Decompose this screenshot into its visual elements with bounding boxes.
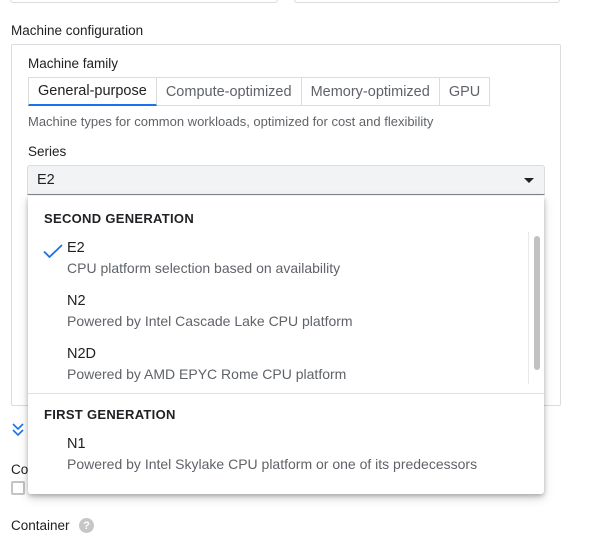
tab-compute-optimized[interactable]: Compute-optimized [156, 77, 302, 106]
option-description: Powered by AMD EPYC Rome CPU platform [67, 366, 347, 382]
series-dropdown-menu: SECOND GENERATION E2 CPU platform select… [28, 196, 544, 494]
option-name: N1 [67, 436, 86, 452]
series-select[interactable]: E2 [27, 165, 545, 195]
option-name: E2 [67, 240, 85, 256]
double-chevron-down-icon[interactable] [11, 421, 25, 439]
option-description: CPU platform selection based on availabi… [67, 260, 341, 276]
option-description: Powered by Intel Cascade Lake CPU platfo… [67, 313, 353, 329]
group-header-first-generation: FIRST GENERATION [44, 407, 176, 422]
option-name: N2D [67, 346, 97, 362]
previous-field-right[interactable] [294, 0, 560, 3]
dropdown-scrollbar[interactable] [528, 232, 544, 384]
tab-memory-optimized[interactable]: Memory-optimized [301, 77, 440, 106]
previous-field-left[interactable] [10, 0, 278, 3]
tab-gpu[interactable]: GPU [439, 77, 491, 106]
machine-family-label: Machine family [28, 56, 119, 71]
machine-family-tabs: General-purpose Compute-optimized Memory… [28, 77, 491, 106]
series-option-e2[interactable]: E2 CPU platform selection based on avail… [28, 240, 528, 288]
check-icon [43, 244, 63, 258]
series-option-n1[interactable]: N1 Powered by Intel Skylake CPU platform… [28, 436, 528, 484]
group-divider [28, 393, 544, 394]
machine-configuration-heading: Machine configuration [11, 23, 144, 38]
partial-section-label: Co [11, 462, 29, 477]
container-heading: Container [11, 518, 70, 533]
machine-family-description: Machine types for common workloads, opti… [28, 114, 434, 129]
series-option-n2d[interactable]: N2D Powered by AMD EPYC Rome CPU platfor… [28, 346, 528, 394]
series-option-n2[interactable]: N2 Powered by Intel Cascade Lake CPU pla… [28, 293, 528, 341]
group-header-second-generation: SECOND GENERATION [44, 211, 195, 226]
series-label: Series [28, 144, 67, 159]
option-description: Powered by Intel Skylake CPU platform or… [67, 456, 478, 472]
series-selected-value: E2 [37, 172, 55, 188]
scrollbar-thumb[interactable] [534, 236, 540, 370]
caret-down-icon [524, 178, 534, 183]
help-icon[interactable]: ? [79, 518, 94, 533]
partial-checkbox[interactable] [11, 481, 25, 495]
option-name: N2 [67, 293, 86, 309]
tab-general-purpose[interactable]: General-purpose [28, 77, 157, 106]
